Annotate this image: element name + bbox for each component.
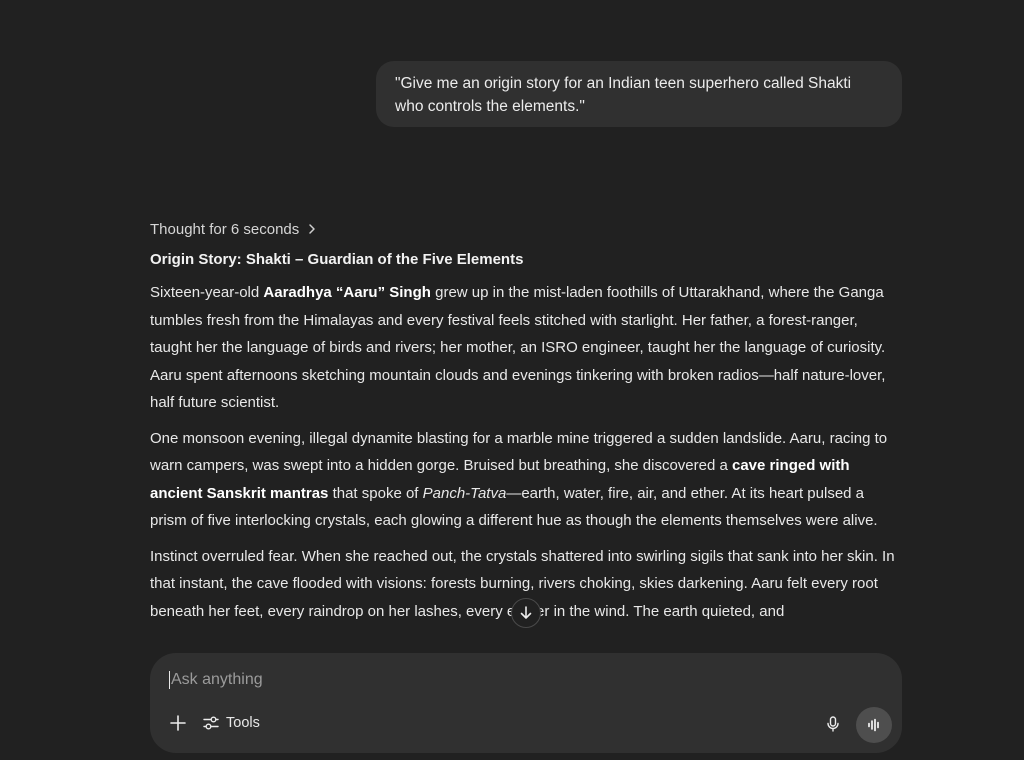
voice-mode-button[interactable] xyxy=(856,707,892,743)
add-attachment-button[interactable] xyxy=(166,711,190,735)
paragraph-2: One monsoon evening, illegal dynamite bl… xyxy=(150,425,902,535)
user-message-text: "Give me an origin story for an Indian t… xyxy=(395,75,852,115)
composer: Ask anything Tools xyxy=(150,653,902,753)
dictate-button[interactable] xyxy=(822,713,844,735)
paragraph-1: Sixteen-year-old Aaradhya “Aaru” Singh g… xyxy=(150,279,902,417)
user-message-bubble: "Give me an origin story for an Indian t… xyxy=(376,61,902,127)
sliders-icon xyxy=(203,716,219,730)
microphone-icon xyxy=(827,716,839,732)
p2-italic-term: Panch-Tatva xyxy=(422,484,507,502)
text-caret xyxy=(169,671,170,689)
p2-text-c: that spoke of xyxy=(328,484,423,502)
thought-toggle[interactable]: Thought for 6 seconds xyxy=(150,216,902,242)
voice-waveform-icon xyxy=(868,718,879,732)
p1-bold-name: Aaradhya “Aaru” Singh xyxy=(263,284,431,301)
response-heading: Origin Story: Shakti – Guardian of the F… xyxy=(150,251,524,268)
scroll-to-bottom-button[interactable] xyxy=(511,598,541,628)
prompt-placeholder: Ask anything xyxy=(171,671,263,688)
plus-icon xyxy=(170,715,186,731)
p1-text-c: grew up in the mist-laden foothills of U… xyxy=(150,284,886,411)
prompt-input[interactable]: Ask anything xyxy=(169,668,882,692)
p1-text-a: Sixteen-year-old xyxy=(150,284,264,301)
tools-button[interactable]: Tools xyxy=(202,711,260,735)
assistant-response: Thought for 6 seconds Origin Story: Shak… xyxy=(150,216,902,625)
arrow-down-icon xyxy=(520,606,532,619)
tools-label: Tools xyxy=(226,715,260,731)
chevron-right-icon xyxy=(309,224,316,234)
thought-label: Thought for 6 seconds xyxy=(150,220,300,238)
